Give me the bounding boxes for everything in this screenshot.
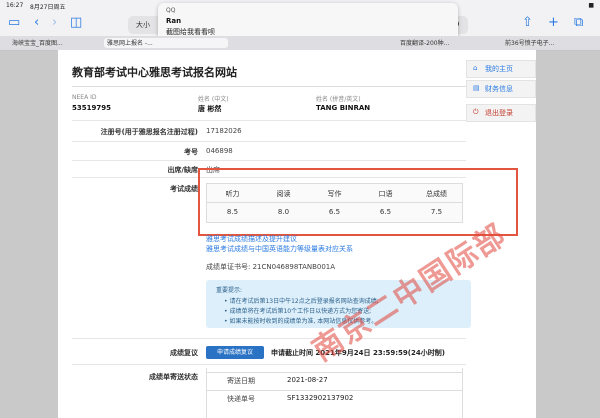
mail-date-value: 2021-08-27 — [287, 376, 328, 384]
sidebar-item-label: 我的主页 — [485, 65, 513, 73]
sidebar-toggle-icon[interactable]: ▭ — [8, 15, 20, 30]
table-row: 寄送日期 2021-08-27 — [207, 372, 462, 389]
certificate-number: 成绩单证书号: 21CN046898TANB001A — [206, 263, 336, 271]
mail-label: 成绩单寄送状态 — [149, 373, 198, 381]
bookmarks-icon[interactable]: ◫ — [70, 15, 82, 30]
pinyin-label: 姓名 (拼音/英文) — [316, 96, 361, 103]
score-label: 考试成绩 — [170, 185, 198, 193]
tracking-value: SF1332902137902 — [287, 394, 354, 402]
tab-strip: 海峡宝宝_百度图... 雅思网上报名 -... 百度翻译-200种... 前36… — [0, 36, 600, 51]
exam-label: 考号 — [184, 148, 198, 156]
divider — [72, 86, 466, 87]
row-divider — [72, 141, 466, 142]
logout-icon: ⏻ — [473, 108, 479, 116]
home-icon: ⌂ — [473, 64, 478, 72]
name-label: 姓名 (中文) — [198, 96, 229, 103]
row-divider — [72, 160, 466, 161]
table-row: 快递单号 SF1332902137902 — [207, 390, 462, 407]
apply-review-button[interactable]: 申请成绩复议 — [206, 346, 264, 359]
reg-label: 注册号(用于雅思报名注册过程) — [100, 128, 198, 136]
mail-table: 寄送日期 2021-08-27 快递单号 SF1332902137902 — [206, 368, 463, 418]
notification-app: QQ — [166, 7, 176, 14]
web-page: 教育部考试中心雅思考试报名网站 NEEA ID 53519795 姓名 (中文)… — [58, 50, 536, 418]
back-icon[interactable]: ‹ — [34, 15, 39, 30]
row-divider — [72, 338, 466, 339]
score-description-link[interactable]: 雅思考试成绩描述及提升建议 — [206, 234, 297, 244]
neea-value: 53519795 — [72, 104, 111, 112]
battery-icon: ■ — [588, 2, 594, 9]
text-size-button[interactable]: 大小 — [136, 20, 150, 30]
tab-baidu-translate[interactable]: 百度翻译-200种... — [400, 38, 500, 48]
mail-date-key: 寄送日期 — [227, 377, 255, 385]
sidebar-item-label: 财务信息 — [485, 85, 513, 93]
attend-label: 出席/缺席 — [167, 166, 198, 174]
tabs-overview-icon[interactable]: ⧉ — [574, 15, 583, 30]
notification-sender: Ran — [166, 17, 182, 25]
forward-icon[interactable]: › — [52, 15, 57, 30]
tracking-key: 快递单号 — [227, 395, 255, 403]
sidebar-item-home[interactable]: ⌂ 我的主页 — [466, 60, 536, 78]
page-title: 教育部考试中心雅思考试报名网站 — [72, 66, 237, 79]
review-label: 成绩复议 — [170, 349, 198, 357]
row-divider — [72, 120, 466, 121]
sidebar-item-label: 退出登录 — [485, 109, 513, 117]
notice-title: 重要提示: — [216, 287, 243, 294]
reg-value: 17182026 — [206, 127, 242, 135]
row-divider — [72, 364, 466, 365]
new-tab-icon[interactable]: + — [548, 15, 559, 30]
status-date: 8月27日周五 — [30, 4, 66, 11]
tab-ielts[interactable]: 雅思网上报名 -... — [104, 38, 228, 48]
finance-icon: ▤ — [473, 84, 480, 92]
pinyin-value: TANG BINRAN — [316, 104, 371, 112]
score-mapping-link[interactable]: 雅思考试成绩与中国英语能力等级量表对应关系 — [206, 244, 353, 254]
name-value: 唐 彬然 — [198, 105, 222, 113]
exam-value: 046898 — [206, 147, 233, 155]
sidebar-item-finance[interactable]: ▤ 财务信息 — [466, 80, 536, 98]
tab-baidu-image[interactable]: 海峡宝宝_百度图... — [12, 38, 112, 48]
neea-label: NEEA ID — [72, 94, 97, 101]
sidebar-item-logout[interactable]: ⏻ 退出登录 — [466, 104, 536, 122]
tab-other[interactable]: 前36号愤子电子... — [505, 38, 597, 48]
status-time: 16:27 — [6, 2, 24, 9]
review-deadline: 申请截止时间 2021年9月24日 23:59:59(24小时制) — [271, 349, 445, 357]
share-icon[interactable]: ⇧ — [522, 15, 533, 30]
